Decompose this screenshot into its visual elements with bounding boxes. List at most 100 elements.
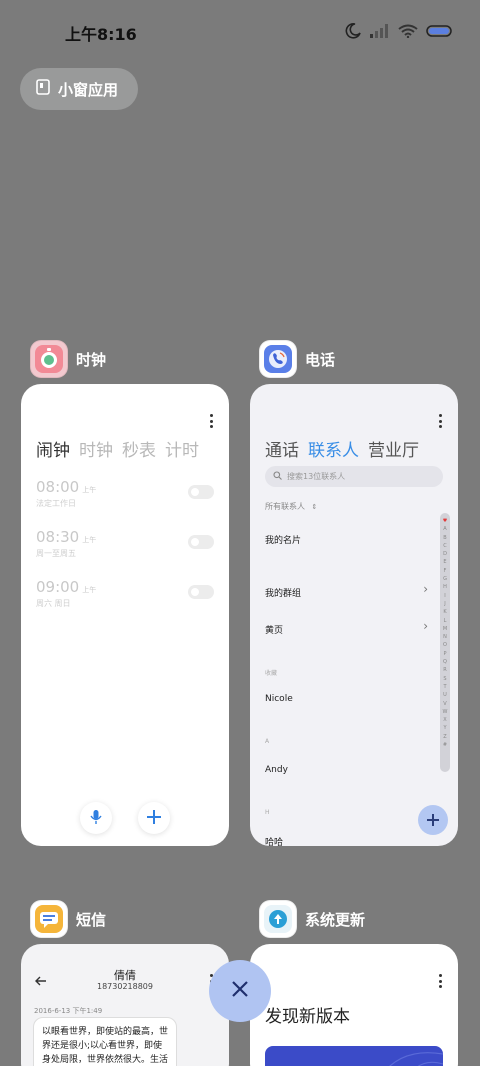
update-app-header[interactable]: 系统更新 — [259, 900, 365, 938]
conversation-title: 倩倩 — [114, 969, 136, 982]
alarm-ampm: 上午 — [82, 536, 97, 544]
sms-app-name: 短信 — [76, 910, 107, 929]
contact-search-input[interactable]: 搜索13位联系人 — [265, 466, 443, 487]
tab-stopwatch[interactable]: 秒表 — [122, 436, 156, 461]
index-letter[interactable]: F — [444, 567, 447, 575]
update-app-name: 系统更新 — [305, 910, 366, 929]
sort-icon: ⇕ — [311, 503, 318, 511]
index-letter[interactable]: ♥ — [443, 517, 447, 525]
index-letter[interactable]: D — [443, 550, 447, 558]
alarm-ampm: 上午 — [82, 586, 97, 594]
status-icons — [344, 22, 454, 40]
index-letter[interactable]: # — [443, 741, 447, 749]
tab-calls[interactable]: 通话 — [265, 436, 299, 461]
alarm-item[interactable]: 08:30 上午 周一至周五 — [36, 527, 214, 567]
conversation-number: 18730218809 — [97, 982, 153, 991]
alarm-ampm: 上午 — [82, 486, 97, 494]
alarm-toggle[interactable] — [188, 585, 214, 599]
index-letter[interactable]: K — [443, 608, 446, 616]
index-letter[interactable]: P — [443, 650, 446, 658]
update-app-card[interactable]: 发现新版本 — [250, 944, 458, 1066]
section-label-h: H — [265, 809, 270, 816]
index-letter[interactable]: O — [443, 641, 447, 649]
tab-contacts[interactable]: 联系人 — [308, 436, 359, 461]
tab-world-clock[interactable]: 时钟 — [79, 436, 113, 461]
section-label-a: A — [265, 738, 270, 745]
index-letter[interactable]: N — [443, 633, 447, 641]
sms-app-header[interactable]: 短信 — [30, 900, 106, 938]
message-bubble: 以眼看世界，即使站的最高，世界还是很小;以心看世界，即使身处局限，世界依然很大。… — [33, 1017, 177, 1066]
index-letter[interactable]: W — [443, 708, 448, 716]
voice-alarm-button[interactable] — [80, 802, 112, 834]
alarm-time: 08:30 — [36, 528, 80, 546]
index-letter[interactable]: J — [444, 600, 445, 608]
index-letter[interactable]: S — [443, 675, 446, 683]
update-app-icon — [259, 900, 297, 938]
contact-item[interactable]: Andy — [265, 765, 288, 775]
my-groups-item[interactable]: 我的群组 — [265, 586, 301, 599]
search-placeholder: 搜索13位联系人 — [287, 472, 346, 481]
status-bar: 上午8:16 — [0, 0, 480, 62]
more-options-icon[interactable] — [209, 414, 213, 428]
clock-app-icon — [30, 340, 68, 378]
index-letter[interactable]: T — [443, 683, 446, 691]
alarm-time: 08:00 — [36, 478, 80, 496]
index-letter[interactable]: E — [443, 558, 446, 566]
section-label-favorites: 收藏 — [265, 670, 278, 677]
index-letter[interactable]: V — [443, 700, 446, 708]
phone-app-header[interactable]: 电话 — [259, 340, 335, 378]
plus-icon — [147, 809, 161, 828]
sms-app-card[interactable]: 倩倩 18730218809 2016-6-13 下午1:49 以眼看世界，即使… — [21, 944, 229, 1066]
alarm-repeat: 周一至周五 — [36, 549, 76, 558]
mini-window-apps-button[interactable]: 小窗应用 — [20, 68, 138, 110]
contact-item[interactable]: 哈哈 — [265, 835, 283, 846]
status-time: 上午8:16 — [65, 25, 137, 44]
alarm-toggle[interactable] — [188, 535, 214, 549]
more-options-icon[interactable] — [438, 414, 442, 428]
alphabet-index-scrollbar[interactable]: ♥ A B C D E F G H I J K L M N O P Q R S T U V W X Y Z # — [440, 513, 450, 772]
alarm-repeat: 周六 周日 — [36, 599, 71, 608]
my-card-item[interactable]: 我的名片 — [265, 533, 301, 546]
index-letter[interactable]: Y — [443, 724, 446, 732]
index-letter[interactable]: Q — [443, 658, 447, 666]
clear-all-button[interactable] — [209, 960, 271, 1022]
phone-app-card[interactable]: 通话 联系人 营业厅 搜索13位联系人 所有联系人 ⇕ 我的名片 我的群组 › … — [250, 384, 458, 846]
clock-app-card[interactable]: 闹钟 时钟 秒表 计时 08:00 上午 法定工作日 08:30 上午 周一至周五 … — [21, 384, 229, 846]
phone-app-name: 电话 — [305, 350, 336, 369]
index-letter[interactable]: G — [443, 575, 447, 583]
yellow-pages-item[interactable]: 黄页 — [265, 623, 283, 636]
tab-service-hall[interactable]: 营业厅 — [368, 436, 419, 461]
clock-app-header[interactable]: 时钟 — [30, 340, 106, 378]
message-date: 2016-6-13 下午1:49 — [34, 1007, 103, 1015]
index-letter[interactable]: R — [443, 666, 446, 674]
index-letter[interactable]: B — [443, 534, 446, 542]
tab-alarm[interactable]: 闹钟 — [36, 436, 70, 461]
index-letter[interactable]: Z — [443, 733, 446, 741]
add-alarm-button[interactable] — [138, 802, 170, 834]
moon-icon — [344, 22, 362, 40]
add-contact-button[interactable] — [418, 805, 448, 835]
battery-icon — [426, 24, 454, 38]
tab-timer[interactable]: 计时 — [165, 436, 199, 461]
mini-window-icon — [36, 79, 50, 99]
index-letter[interactable]: C — [443, 542, 447, 550]
filter-label: 所有联系人 — [265, 502, 305, 511]
chevron-right-icon: › — [423, 619, 428, 633]
phone-tabs: 通话 联系人 营业厅 — [265, 436, 419, 461]
contact-item[interactable]: Nicole — [265, 694, 293, 704]
more-options-icon[interactable] — [438, 974, 442, 988]
index-letter[interactable]: I — [444, 592, 445, 600]
index-letter[interactable]: H — [443, 583, 447, 591]
index-letter[interactable]: A — [443, 525, 446, 533]
alarm-item[interactable]: 09:00 上午 周六 周日 — [36, 577, 214, 617]
alarm-toggle[interactable] — [188, 485, 214, 499]
index-letter[interactable]: U — [443, 691, 447, 699]
index-letter[interactable]: X — [443, 716, 446, 724]
mini-window-label: 小窗应用 — [58, 80, 119, 99]
update-title: 发现新版本 — [265, 1007, 350, 1027]
phone-app-icon — [259, 340, 297, 378]
alarm-item[interactable]: 08:00 上午 法定工作日 — [36, 477, 214, 517]
index-letter[interactable]: L — [444, 617, 447, 625]
index-letter[interactable]: M — [443, 625, 447, 633]
contacts-filter[interactable]: 所有联系人 ⇕ — [265, 501, 317, 512]
